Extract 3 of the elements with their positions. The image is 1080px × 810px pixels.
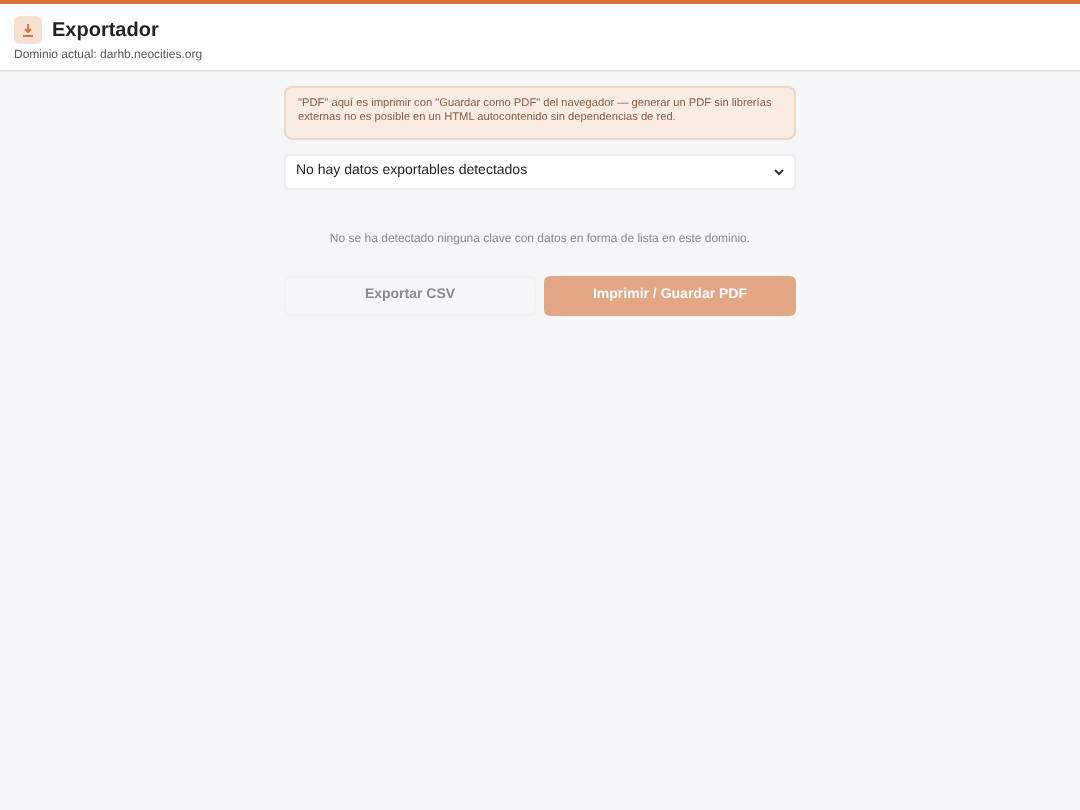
chevron-icon (774, 167, 784, 176)
app-title: Exportador (52, 19, 159, 41)
download-icon (14, 16, 42, 44)
